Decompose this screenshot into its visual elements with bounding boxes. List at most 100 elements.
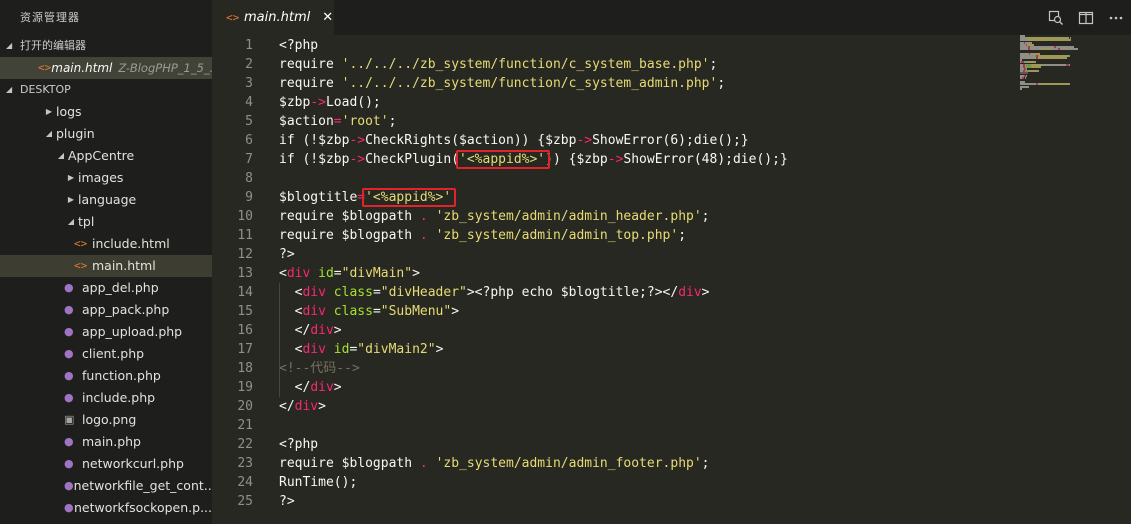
png-file-icon: ▣ xyxy=(64,413,75,426)
code-token: . xyxy=(419,456,436,471)
line-number: 24 xyxy=(237,475,253,490)
open-editor-item[interactable]: <> main.html Z-BlogPHP_1_5_... xyxy=(0,57,212,79)
code-token: require xyxy=(279,209,342,224)
tree-file[interactable]: ● include.php xyxy=(0,387,212,409)
code-token: </ xyxy=(279,380,311,395)
tree-file[interactable]: ● app_pack.php xyxy=(0,299,212,321)
code-token: -> xyxy=(349,133,366,148)
minimap-token xyxy=(1038,57,1066,59)
tree-file[interactable]: ● networkfsockopen.p... xyxy=(0,497,212,519)
tree-file[interactable]: ● main.php xyxy=(0,431,212,453)
html-file-icon: <> xyxy=(74,237,88,250)
code-token: class xyxy=(333,304,373,319)
code-token: ; xyxy=(388,114,397,129)
tree-file[interactable]: ● networkfile_get_cont... xyxy=(0,475,212,497)
code-token: $action xyxy=(279,114,334,129)
code-token: ?> xyxy=(279,494,295,509)
close-icon[interactable]: ✕ xyxy=(322,10,333,25)
tree-item-label: networkfile_get_cont... xyxy=(73,478,212,493)
code-line: 19 </div> xyxy=(212,378,1002,397)
line-number: 7 xyxy=(245,152,253,167)
tree-file[interactable]: ● client.php xyxy=(0,343,212,365)
code-token: > xyxy=(333,323,342,338)
tree-file[interactable]: ● app_upload.php xyxy=(0,321,212,343)
line-number: 25 xyxy=(237,494,253,509)
code-editor[interactable]: 1 <?php 2 require '../../../zb_system/funct… xyxy=(212,35,1131,524)
tree-folder[interactable]: ▶ images xyxy=(0,167,212,189)
explorer-sidebar: 资源管理器 ◢ 打开的编辑器 <> main.html Z-BlogPHP_1_… xyxy=(0,0,212,524)
line-source: </div> xyxy=(279,378,342,397)
minimap-token xyxy=(1059,48,1079,51)
code-token: > xyxy=(701,285,710,300)
tree-file[interactable]: <> main.html xyxy=(0,255,212,277)
tree-file[interactable]: ● networkcurl.php xyxy=(0,453,212,475)
line-source: <?php xyxy=(279,36,318,55)
code-token: require xyxy=(279,228,342,243)
line-source: $action='root'; xyxy=(279,112,396,131)
code-token: > xyxy=(412,266,420,281)
code-token: $zbp xyxy=(318,133,350,148)
php-file-icon: ● xyxy=(64,347,74,360)
line-number: 23 xyxy=(237,456,253,471)
minimap[interactable] xyxy=(1020,35,1116,95)
line-number: 13 xyxy=(237,266,253,281)
code-token: ; xyxy=(717,76,726,91)
open-editors-section[interactable]: ◢ 打开的编辑器 xyxy=(0,35,212,57)
code-token: <?php xyxy=(279,437,319,452)
code-line: 3 require '../../../zb_system/function/c_… xyxy=(212,74,1002,93)
more-actions-icon[interactable] xyxy=(1101,0,1131,35)
tree-file[interactable]: ▣ logo.png xyxy=(0,409,212,431)
tree-item-label: function.php xyxy=(82,368,161,383)
php-file-icon: ● xyxy=(64,435,74,448)
code-token: div xyxy=(294,399,319,414)
code-token: CheckRights($action)) { xyxy=(365,133,546,148)
minimap-token xyxy=(1041,63,1066,66)
tree-folder[interactable]: ◢ plugin xyxy=(0,123,212,145)
chevron-down-icon: ◢ xyxy=(57,151,65,160)
minimap-token xyxy=(1029,70,1038,73)
line-source: </div> xyxy=(279,397,326,416)
chevron-down-icon: ◢ xyxy=(6,85,13,94)
tree-file[interactable]: <> include.html xyxy=(0,233,212,255)
code-line: 21 xyxy=(212,416,1002,435)
code-token: < xyxy=(279,342,303,357)
code-token: id xyxy=(318,266,334,281)
code-token: </ xyxy=(279,323,311,338)
code-line: 7 if (!$zbp->CheckPlugin('<%appid%>')) {$… xyxy=(212,150,1002,169)
tree-file[interactable]: ● app_del.php xyxy=(0,277,212,299)
code-line: 18 <!--代码--> xyxy=(212,359,1002,378)
desktop-section[interactable]: ◢ DESKTOP xyxy=(0,79,212,101)
tree-folder[interactable]: ▶ logs xyxy=(0,101,212,123)
line-number: 16 xyxy=(237,323,253,338)
code-line: 4 $zbp->Load(); xyxy=(212,93,1002,112)
split-editor-icon[interactable] xyxy=(1071,0,1101,35)
code-token: ; xyxy=(701,456,710,471)
code-token: -> xyxy=(576,133,593,148)
open-preview-icon[interactable] xyxy=(1041,0,1071,35)
line-source: <div id="divMain2"> xyxy=(279,340,444,359)
tree-folder[interactable]: ◢ AppCentre xyxy=(0,145,212,167)
vertical-scrollbar[interactable] xyxy=(1117,35,1131,524)
php-file-icon: ● xyxy=(64,281,74,294)
minimap-token xyxy=(1020,87,1022,90)
tree-folder[interactable]: ▶ language xyxy=(0,189,212,211)
code-token: > xyxy=(318,399,326,414)
code-line: 6 if (!$zbp->CheckRights($action)) {$zbp-… xyxy=(212,131,1002,150)
code-token: -> xyxy=(349,152,366,167)
line-number: 3 xyxy=(245,76,253,91)
code-token: $zbp xyxy=(318,152,350,167)
tree-file[interactable]: ● function.php xyxy=(0,365,212,387)
code-token: div xyxy=(302,304,326,319)
code-token: ; xyxy=(701,209,710,224)
tab-main-html[interactable]: <> main.html ✕ xyxy=(212,0,334,35)
code-token: 'root' xyxy=(341,114,389,129)
code-token: = xyxy=(372,285,381,300)
code-token: if (! xyxy=(279,152,319,167)
code-token: ; xyxy=(678,228,687,243)
php-file-icon: ● xyxy=(64,391,74,404)
code-token: div xyxy=(310,323,334,338)
code-token: require xyxy=(279,456,342,471)
php-file-icon: ● xyxy=(64,369,74,382)
tree-folder[interactable]: ◢ tpl xyxy=(0,211,212,233)
